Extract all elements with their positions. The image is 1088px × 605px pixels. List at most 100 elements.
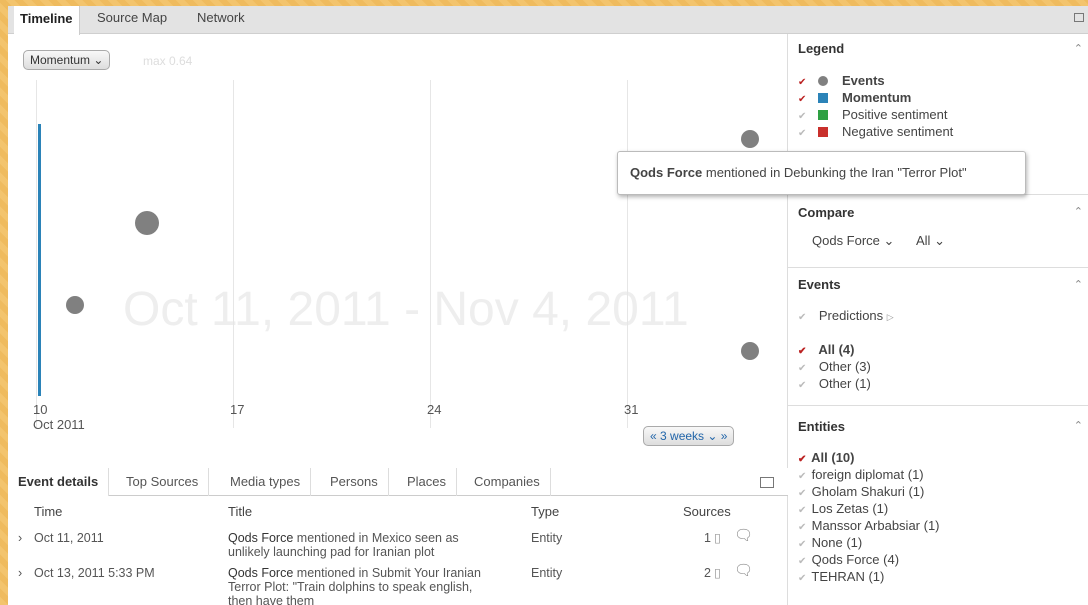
events-section: Events ⌃ ✔ Predictions ▷ ✔ All (4) ✔ Oth…	[788, 267, 1088, 405]
date-range-watermark: Oct 11, 2011 - Nov 4, 2011	[123, 283, 689, 336]
compare-title: Compare	[798, 205, 855, 220]
check-icon[interactable]: ✔	[798, 488, 808, 499]
check-icon[interactable]: ✔	[798, 454, 808, 465]
entity-item[interactable]: ✔ Manssor Arbabsiar (1)	[798, 518, 940, 533]
timeline-chart: Momentum ⌄ max 0.64 Oct 11, 2011 - Nov 4…	[18, 40, 788, 446]
legend-title: Legend	[798, 41, 845, 56]
event-dot[interactable]	[66, 296, 84, 314]
collapse-icon[interactable]: ⌃	[1074, 42, 1083, 55]
check-icon[interactable]: ✔	[798, 522, 808, 533]
tooltip-text: mentioned in Debunking the Iran "Terror …	[702, 165, 967, 180]
tooltip-entity: Qods Force	[630, 165, 703, 180]
max-value-label: max 0.64	[143, 54, 193, 68]
maximize-icon[interactable]	[1074, 13, 1084, 22]
tab-network[interactable]: Network	[197, 10, 245, 25]
entity-item[interactable]: ✔ TEHRAN (1)	[798, 569, 884, 584]
col-header-title[interactable]: Title	[228, 504, 252, 519]
collapse-icon[interactable]: ⌃	[1074, 278, 1083, 291]
predictions-toggle[interactable]: ✔ Predictions ▷	[798, 308, 894, 323]
row-time: Oct 11, 2011	[34, 531, 104, 545]
col-header-sources[interactable]: Sources	[683, 504, 731, 519]
tab-persons[interactable]: Persons	[320, 468, 389, 496]
check-icon[interactable]: ✔	[798, 111, 808, 122]
check-icon[interactable]: ✔	[798, 471, 808, 482]
entity-item[interactable]: ✔ Los Zetas (1)	[798, 501, 888, 516]
event-dot[interactable]	[741, 342, 759, 360]
zoom-label: 3 weeks	[660, 429, 705, 443]
collapse-icon[interactable]: ⌃	[1074, 205, 1083, 218]
entities-section: Entities ⌃ ✔ All (10) ✔ foreign diplomat…	[788, 405, 1088, 605]
col-header-time[interactable]: Time	[34, 504, 62, 519]
event-dot[interactable]	[741, 130, 759, 148]
document-icon[interactable]: ▯	[714, 566, 721, 580]
row-sources: 2	[704, 566, 711, 580]
comment-icon[interactable]: 🗨	[734, 563, 753, 578]
positive-swatch-icon	[818, 110, 828, 120]
entity-item[interactable]: ✔ All (10)	[798, 450, 854, 465]
check-icon[interactable]: ✔	[798, 94, 808, 105]
chevron-down-icon: ⌄	[93, 53, 104, 67]
event-dot[interactable]	[135, 211, 159, 235]
check-icon[interactable]: ✔	[798, 77, 808, 88]
check-icon[interactable]: ✔	[798, 539, 808, 550]
events-filter-item[interactable]: ✔ All (4)	[798, 342, 854, 357]
expand-icon[interactable]: ›	[18, 531, 22, 545]
entity-item[interactable]: ✔ foreign diplomat (1)	[798, 467, 924, 482]
legend-item-negative[interactable]: ✔ Negative sentiment	[798, 124, 953, 139]
collapse-icon[interactable]: ⌃	[1074, 419, 1083, 432]
tab-places[interactable]: Places	[397, 468, 458, 496]
legend-item-momentum[interactable]: ✔ Momentum	[798, 90, 911, 105]
zoom-selector[interactable]: « 3 weeks ⌄ »	[643, 426, 735, 446]
legend-item-positive[interactable]: ✔ Positive sentiment	[798, 107, 948, 122]
check-icon[interactable]: ✔	[798, 346, 808, 357]
gridline	[233, 80, 234, 428]
row-type: Entity	[531, 531, 563, 545]
check-icon[interactable]: ✔	[798, 128, 808, 139]
check-icon[interactable]: ✔	[798, 380, 808, 391]
next-icon[interactable]: »	[721, 429, 728, 443]
event-tooltip: Qods Force mentioned in Debunking the Ir…	[617, 151, 1026, 195]
compare-entity-dropdown[interactable]: Qods Force ⌄	[812, 233, 894, 249]
row-type: Entity	[531, 566, 563, 580]
metric-label: Momentum	[30, 53, 91, 67]
entities-title: Entities	[798, 419, 845, 434]
tab-event-details[interactable]: Event details	[8, 468, 110, 496]
row-title[interactable]: Qods Force mentioned in Submit Your Iran…	[228, 566, 481, 605]
table-row[interactable]: › Oct 11, 2011 Qods Force mentioned in M…	[8, 523, 788, 561]
events-swatch-icon	[818, 76, 828, 86]
gridline	[627, 80, 628, 428]
sidebar: Legend ⌃ ✔ Events ✔ Momentum ✔ Positive sen…	[787, 34, 1088, 605]
comment-icon[interactable]: 🗨	[734, 528, 753, 543]
document-icon[interactable]: ▯	[714, 531, 721, 545]
check-icon[interactable]: ✔	[798, 505, 808, 516]
tab-companies[interactable]: Companies	[464, 468, 551, 496]
events-filter-item[interactable]: ✔ Other (3)	[798, 359, 871, 374]
momentum-bar	[38, 124, 41, 396]
entity-item[interactable]: ✔ Gholam Shakuri (1)	[798, 484, 924, 499]
check-icon[interactable]: ✔	[798, 363, 808, 374]
compare-filter-dropdown[interactable]: All ⌄	[916, 233, 945, 249]
table-row[interactable]: › Oct 13, 2011 5:33 PM Qods Force mentio…	[8, 562, 788, 605]
entity-item[interactable]: ✔ None (1)	[798, 535, 862, 550]
tab-top-sources[interactable]: Top Sources	[116, 468, 210, 496]
momentum-swatch-icon	[818, 93, 828, 103]
events-filter-item[interactable]: ✔ Other (1)	[798, 376, 871, 391]
tab-media-types[interactable]: Media types	[220, 468, 312, 496]
legend-item-events[interactable]: ✔ Events	[798, 73, 885, 88]
prev-icon[interactable]: «	[650, 429, 657, 443]
maximize-icon[interactable]	[760, 477, 774, 488]
play-icon: ▷	[886, 312, 894, 322]
entity-item[interactable]: ✔ Qods Force (4)	[798, 552, 899, 567]
check-icon[interactable]: ✔	[798, 556, 808, 567]
tab-source-map[interactable]: Source Map	[97, 10, 167, 25]
check-icon[interactable]: ✔	[798, 312, 808, 323]
row-title[interactable]: Qods Force mentioned in Mexico seen as un…	[228, 531, 459, 559]
tab-timeline[interactable]: Timeline	[14, 6, 80, 35]
metric-dropdown[interactable]: Momentum ⌄	[23, 50, 111, 70]
top-tab-bar: Timeline Source Map Network	[8, 6, 1088, 35]
check-icon[interactable]: ✔	[798, 573, 808, 584]
tick-label: 17	[230, 402, 245, 417]
col-header-type[interactable]: Type	[531, 504, 559, 519]
negative-swatch-icon	[818, 127, 828, 137]
expand-icon[interactable]: ›	[18, 566, 22, 580]
